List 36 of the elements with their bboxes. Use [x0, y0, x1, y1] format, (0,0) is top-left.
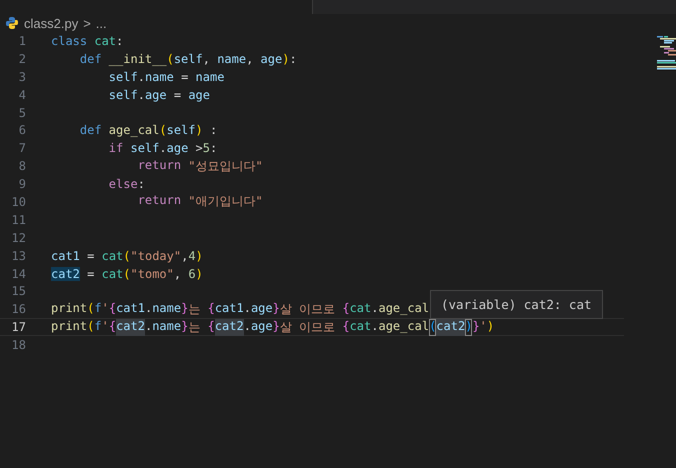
line-number: 2 [18, 52, 26, 66]
code-line: if self.age >5: [108, 141, 218, 156]
line-number: 1 [18, 34, 26, 48]
breadcrumb-separator: > [83, 16, 91, 30]
line-number: 7 [18, 141, 26, 156]
code-line: print(f'{cat2.name}는 {cat2.age}살 이므로 {cat.age_cal(cat2)}') [51, 318, 494, 336]
line-number: 14 [10, 266, 26, 281]
line-number: 10 [10, 194, 26, 209]
hover-tooltip: (variable) cat2: cat [430, 290, 603, 319]
line-number: 3 [18, 70, 26, 84]
code-line: return "애기입니다" [136, 193, 263, 210]
line-number: 16 [10, 302, 26, 316]
code-line: def __init__(self, name, age): [78, 52, 297, 66]
line-number: 4 [18, 88, 26, 102]
line-number: 17 [10, 320, 26, 334]
code-line: class cat: [51, 34, 124, 48]
breadcrumb-file[interactable]: class2.py [24, 16, 78, 30]
code-line: return "성묘입니다" [136, 158, 263, 175]
line-number: 8 [18, 159, 26, 174]
code-line: self.name = name [108, 70, 224, 84]
breadcrumb-more[interactable]: ... [96, 16, 107, 30]
code-line: self.age = age [108, 88, 210, 102]
code-line: print(f'{cat1.name}는 {cat1.age}살 이므로 {cat.age_cal [51, 300, 430, 318]
line-number: 6 [18, 123, 26, 138]
line-number: 11 [10, 212, 26, 227]
code-line: cat2 = cat("tomo", 6) [51, 266, 203, 281]
python-file-icon [5, 16, 19, 30]
code-line: def age_cal(self) : [78, 123, 218, 138]
line-number: 18 [10, 338, 26, 352]
line-number: 5 [18, 106, 26, 120]
code-line: else: [108, 177, 145, 192]
line-number: 13 [10, 248, 26, 263]
code-line: cat1 = cat("today",4) [51, 248, 203, 263]
line-number: 12 [10, 230, 26, 245]
line-number: 9 [18, 177, 26, 192]
line-number: 15 [10, 284, 26, 298]
